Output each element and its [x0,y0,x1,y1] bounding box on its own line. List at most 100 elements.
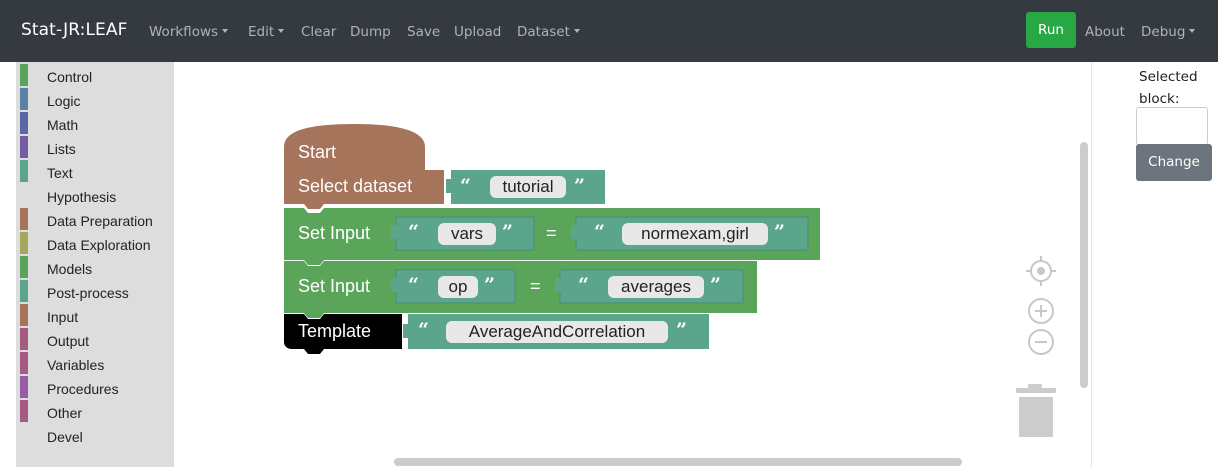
category-color-bar [20,352,28,374]
brand-title[interactable]: Stat-JR:LEAF [21,20,127,40]
category-color-bar [20,232,28,254]
template-value-field[interactable]: AverageAndCorrelation [446,321,668,343]
menu-dataset-label: Dataset [517,24,570,40]
category-label: Data Exploration [47,237,151,253]
vertical-scrollbar[interactable] [1080,142,1088,388]
category-label: Models [47,261,93,277]
template-block-label[interactable]: Template [298,321,371,342]
template-text-notch [403,324,409,338]
category-label: Math [47,117,79,133]
block-workspace[interactable]: Start Select dataset “ tutorial ” Set In… [174,62,1092,467]
toolbox: Control Logic Math Lists Text Hypothesis… [16,62,174,467]
open-quote-icon: “ [594,221,605,243]
chevron-down-icon [222,29,229,33]
category-color-bar [20,88,28,110]
horizontal-scrollbar[interactable] [394,458,962,466]
block-shapes [284,124,820,354]
toolbox-category-math[interactable]: Math [20,111,174,134]
menu-debug-label: Debug [1141,24,1186,40]
recenter-icon[interactable] [1025,255,1057,287]
equals-sign: = [546,223,557,243]
category-color-bar [20,304,28,326]
category-label: Variables [47,357,105,373]
open-quote-icon: “ [418,319,429,341]
category-color-bar [20,208,28,230]
toolbox-category-hypothesis[interactable]: Hypothesis [20,183,174,205]
toolbox-category-output[interactable]: Output [20,327,174,350]
toolbox-category-other[interactable]: Other [20,399,174,422]
category-label: Post-process [47,285,129,301]
run-button[interactable]: Run [1026,12,1076,48]
set-input-1-key-field[interactable]: vars [438,223,496,245]
menu-dump[interactable]: Dump [350,24,391,40]
category-label: Hypothesis [47,189,117,205]
trash-icon[interactable] [1014,383,1058,439]
close-quote-icon: ” [676,319,687,341]
category-color-bar [20,64,28,86]
toolbox-category-control[interactable]: Control [20,63,174,86]
chevron-down-icon [278,29,285,33]
menu-upload[interactable]: Upload [454,24,501,40]
close-quote-icon: ” [774,221,785,243]
category-label: Text [47,165,73,181]
category-label: Devel [47,429,83,445]
select-dataset-text-notch [446,179,452,193]
toolbox-category-data-exploration[interactable]: Data Exploration [20,231,174,254]
category-label: Data Preparation [47,213,153,229]
set-input-2-key-field[interactable]: op [438,276,478,298]
zoom-in-icon[interactable] [1026,296,1056,326]
open-quote-icon: “ [408,221,419,243]
category-label: Lists [47,141,76,157]
change-button[interactable]: Change [1136,144,1212,181]
toolbox-category-models[interactable]: Models [20,255,174,278]
start-block-label[interactable]: Start [298,142,336,163]
set-input-2-value-field[interactable]: averages [608,276,704,298]
menu-about[interactable]: About [1085,24,1125,40]
selected-block-label: Selected block: [1139,69,1198,107]
chevron-down-icon [573,29,580,33]
category-color-bar [20,400,28,422]
dataset-value-field[interactable]: tutorial [490,176,566,198]
menu-save[interactable]: Save [407,24,440,40]
toolbox-category-text[interactable]: Text [20,159,174,182]
toolbox-category-variables[interactable]: Variables [20,351,174,374]
menu-dataset[interactable]: Dataset [517,24,580,40]
close-quote-icon: ” [710,274,721,296]
category-label: Logic [47,93,81,109]
select-dataset-block-label[interactable]: Select dataset [298,176,412,197]
toolbox-category-procedures[interactable]: Procedures [20,375,174,398]
set-input-2-label[interactable]: Set Input [298,276,370,297]
toolbox-category-lists[interactable]: Lists [20,135,174,158]
set-input-2-value-notch [555,278,561,292]
category-label: Procedures [47,381,119,397]
category-label: Input [47,309,79,325]
category-color-bar [20,328,28,350]
toolbox-category-logic[interactable]: Logic [20,87,174,110]
toolbox-category-devel[interactable]: Devel [20,423,174,445]
menu-workflows[interactable]: Workflows [149,24,229,40]
set-input-1-key-notch [391,225,397,239]
category-color-bar [20,160,28,182]
chevron-down-icon [1189,29,1196,33]
navbar: Stat-JR:LEAF Workflows Edit Clear Dump S… [0,0,1218,62]
menu-workflows-label: Workflows [149,24,219,40]
close-quote-icon: ” [574,175,585,197]
toolbox-category-input[interactable]: Input [20,303,174,326]
zoom-out-icon[interactable] [1026,327,1056,357]
toolbox-category-post-process[interactable]: Post-process [20,279,174,302]
set-input-1-value-field[interactable]: normexam,girl [622,223,768,245]
category-label: Other [47,405,83,421]
menu-edit[interactable]: Edit [248,24,285,40]
selected-block-field[interactable] [1136,107,1208,145]
menu-edit-label: Edit [248,24,275,40]
open-quote-icon: “ [460,175,471,197]
category-color-bar [20,136,28,158]
toolbox-category-data-preparation[interactable]: Data Preparation [20,207,174,230]
category-label: Control [47,69,93,85]
menu-debug[interactable]: Debug [1141,24,1196,40]
menu-clear[interactable]: Clear [301,24,336,40]
set-input-1-label[interactable]: Set Input [298,223,370,244]
close-quote-icon: ” [502,221,513,243]
category-color-bar [20,112,28,134]
set-input-1-value-notch [571,225,577,239]
